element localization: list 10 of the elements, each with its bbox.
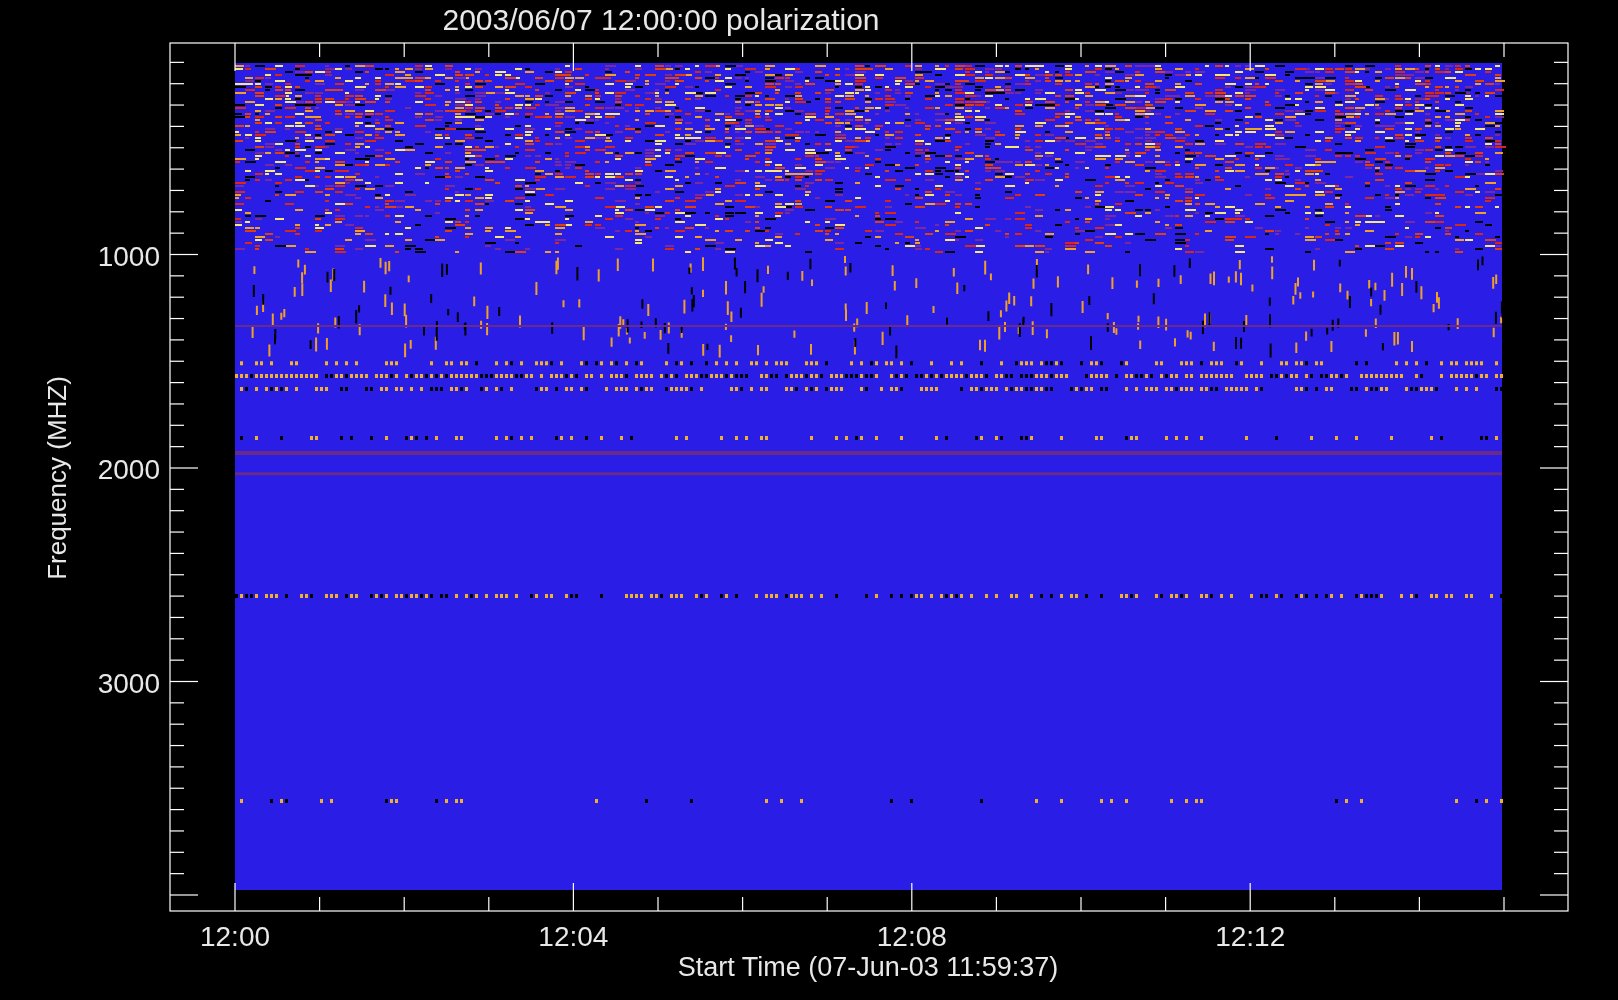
tick-label: 12:12: [1215, 921, 1286, 952]
tick-label: 2000: [97, 454, 160, 485]
tick-label: 12:00: [199, 921, 271, 952]
tick-label: 3000: [97, 667, 160, 699]
axis-label: Start Time (07-Jun-03 11:59:37): [677, 952, 1059, 982]
tick-label: 12:04: [538, 921, 609, 952]
chart-title: 2003/06/07 12:00:00 polarization: [442, 3, 880, 36]
tick-label: 12:08: [876, 921, 947, 952]
tick-label: 1000: [97, 240, 160, 272]
axis-label: Frequency (MHZ): [42, 376, 72, 580]
